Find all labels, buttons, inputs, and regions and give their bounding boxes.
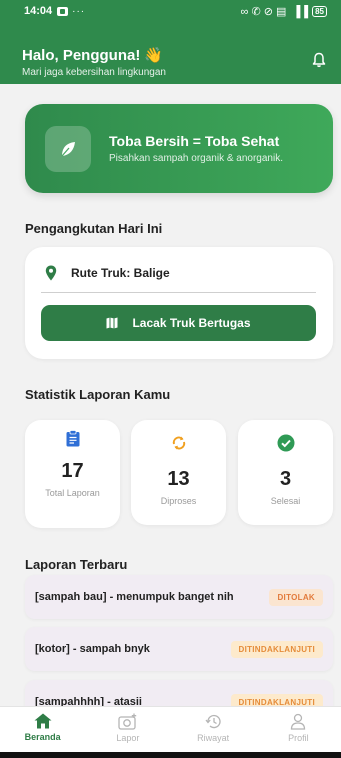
report-item[interactable]: [kotor] - sampah bnyk DITINDAKLANJUTI <box>25 627 333 671</box>
history-icon <box>205 714 221 729</box>
route-label: Rute Truk: Balige <box>71 266 170 280</box>
nav-label-beranda: Beranda <box>24 732 61 742</box>
camera-add-icon <box>118 713 137 730</box>
status-time: 14:04 <box>24 5 53 17</box>
route-card: Rute Truk: Balige Lacak Truk Bertugas <box>25 247 333 359</box>
sync-icon <box>172 436 185 450</box>
stat-value-total: 17 <box>61 460 84 482</box>
hero-subtitle: Pisahkan sampah organik & anorganik. <box>109 153 283 164</box>
greeting: Halo, Pengguna! 👋 <box>22 46 341 65</box>
person-icon <box>291 713 306 730</box>
greeting-text: Halo, Pengguna! <box>22 46 141 64</box>
wave-icon: 👋 <box>144 47 164 64</box>
nav-item-beranda[interactable]: Beranda <box>0 707 85 752</box>
nav-item-profil[interactable]: Profil <box>256 707 341 752</box>
leaf-icon <box>61 141 75 156</box>
status-badge: DITOLAK <box>269 588 323 606</box>
nav-label-lapor: Lapor <box>116 733 140 743</box>
nav-label-riwayat: Riwayat <box>197 733 230 743</box>
battery-icon: 85 <box>312 5 327 17</box>
nav-item-riwayat[interactable]: Riwayat <box>171 707 256 752</box>
stats-section-title: Statistik Laporan Kamu <box>25 387 171 402</box>
stat-card-done[interactable]: 3 Selesai <box>238 420 333 525</box>
nav-label-profil: Profil <box>288 733 309 743</box>
stat-value-done: 3 <box>279 468 292 490</box>
track-button-label: Lacak Truk Bertugas <box>132 316 251 330</box>
hero-title: Toba Bersih = Toba Sehat <box>109 133 280 149</box>
hero-text: Toba Bersih = Toba Sehat Pisahkan sampah… <box>109 133 283 164</box>
header-subtitle: Mari jaga kebersihan lingkungan <box>22 67 166 78</box>
stat-card-total[interactable]: 17 Total Laporan <box>25 420 120 528</box>
track-truck-button[interactable]: Lacak Truk Bertugas <box>41 305 316 341</box>
map-icon <box>106 317 118 329</box>
recent-section-title: Laporan Terbaru <box>25 557 128 572</box>
divider <box>41 292 316 293</box>
stat-value-processing: 13 <box>167 468 190 490</box>
clipboard-icon <box>66 430 79 447</box>
route-row: Rute Truk: Balige <box>45 265 170 281</box>
stat-label-done: Selesai <box>270 496 301 506</box>
hero-banner: Toba Bersih = Toba Sehat Pisahkan sampah… <box>25 104 333 193</box>
home-icon <box>34 713 52 729</box>
report-title: [kotor] - sampah bnyk <box>35 643 150 655</box>
system-icons: ∞ ✆ ⊘ ▤ ▐▐ <box>240 5 309 18</box>
status-badge: DITINDAKLANJUTI <box>230 640 323 658</box>
nav-item-lapor[interactable]: Lapor <box>85 707 170 752</box>
report-item[interactable]: [sampah bau] - menumpuk banget nih DITOL… <box>25 575 333 619</box>
check-circle-icon <box>277 434 294 452</box>
stat-card-processing[interactable]: 13 Diproses <box>131 420 226 525</box>
app-header: Halo, Pengguna! 👋 Mari jaga kebersihan l… <box>0 22 341 84</box>
status-icons: ∞ ✆ ⊘ ▤ ▐▐ 85 <box>241 5 327 18</box>
location-pin-icon <box>45 265 57 281</box>
more-notifications-icon: ··· <box>72 5 86 17</box>
notification-icon <box>57 6 69 16</box>
hero-icon-box <box>45 125 91 172</box>
system-nav-bar <box>0 752 341 758</box>
report-title: [sampah bau] - menumpuk banget nih <box>35 591 234 603</box>
transport-section-title: Pengangkutan Hari Ini <box>25 221 163 236</box>
stat-label-processing: Diproses <box>160 496 197 506</box>
bottom-nav: Beranda Lapor Riwayat Profil <box>0 706 341 752</box>
bell-icon[interactable] <box>312 52 326 68</box>
status-bar: 14:04 ··· ∞ ✆ ⊘ ▤ ▐▐ 85 <box>0 0 341 22</box>
stat-label-total: Total Laporan <box>45 488 100 498</box>
